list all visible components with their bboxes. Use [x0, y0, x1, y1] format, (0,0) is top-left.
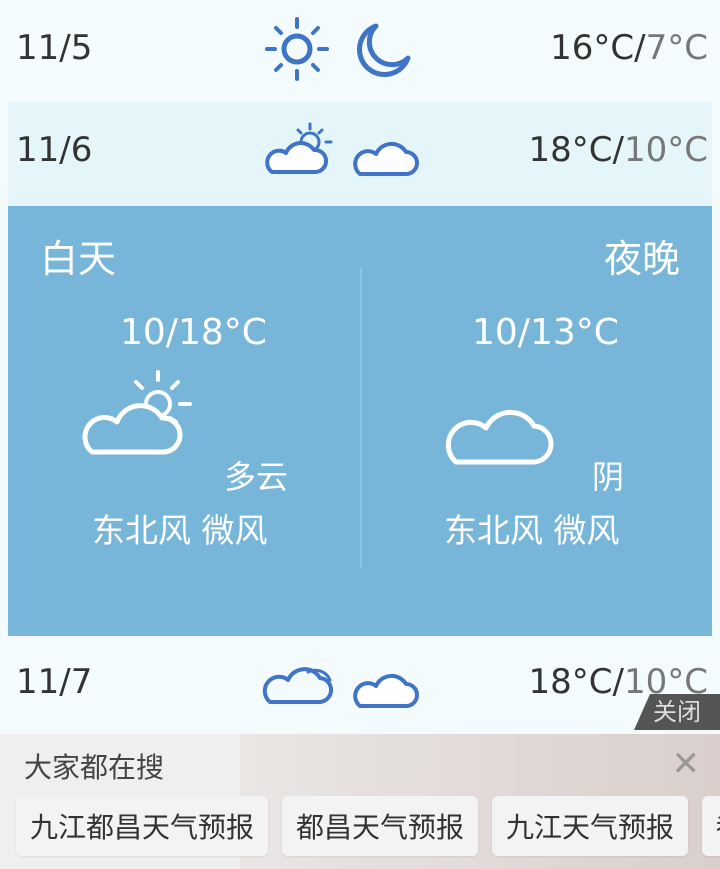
partly-cloudy-night-icon — [353, 656, 419, 708]
partly-cloudy-day-icon — [265, 122, 333, 174]
divider — [360, 268, 362, 568]
suggestion-chip[interactable]: 九江都昌天气预报 — [16, 796, 269, 856]
day-condition: 多云 — [224, 458, 289, 496]
partly-cloudy-night-icon — [445, 378, 554, 465]
forecast-date: 11/6 — [16, 130, 93, 170]
suggestion-chip[interactable]: 都 — [702, 796, 720, 856]
forecast-temps: 18°C/10°C — [528, 130, 709, 170]
night-wind: 东北风 微风 — [444, 511, 620, 550]
day-temp-range: 10/18°C — [120, 312, 267, 353]
forecast-row[interactable]: 11/7 18°C/10°C — [8, 636, 712, 734]
cloudy-icon — [262, 667, 333, 705]
close-icon[interactable]: ✕ — [672, 744, 701, 784]
search-suggestions-title: 大家都在搜 — [24, 751, 165, 784]
suggestion-chip[interactable]: 都昌天气预报 — [282, 796, 479, 856]
day-label: 白天 — [40, 237, 117, 281]
moon-icon — [357, 23, 411, 77]
forecast-row-selected[interactable]: 11/6 18°C/10°C — [8, 102, 712, 206]
day-detail-panel: 白天 夜晚 10/18°C 10/13°C 多云 阴 东北风 微风 东北风 微风 — [8, 206, 712, 636]
night-temp-range: 10/13°C — [472, 312, 619, 353]
sun-icon — [265, 17, 329, 81]
partly-cloudy-night-icon — [353, 124, 419, 176]
day-wind: 东北风 微风 — [92, 511, 268, 550]
night-condition: 阴 — [592, 458, 625, 496]
forecast-date: 11/7 — [16, 662, 93, 702]
night-label: 夜晚 — [603, 237, 680, 281]
forecast-row[interactable]: 11/5 16°C/7°C — [8, 0, 712, 102]
suggestion-chip[interactable]: 九江天气预报 — [492, 796, 689, 856]
partly-cloudy-day-icon — [82, 370, 192, 455]
search-suggestions-panel: 大家都在搜 ✕ 九江都昌天气预报都昌天气预报九江天气预报都 — [0, 734, 720, 869]
forecast-date: 11/5 — [16, 28, 93, 68]
forecast-temps: 16°C/7°C — [550, 28, 708, 68]
suggestion-chips: 九江都昌天气预报都昌天气预报九江天气预报都 — [16, 796, 720, 856]
